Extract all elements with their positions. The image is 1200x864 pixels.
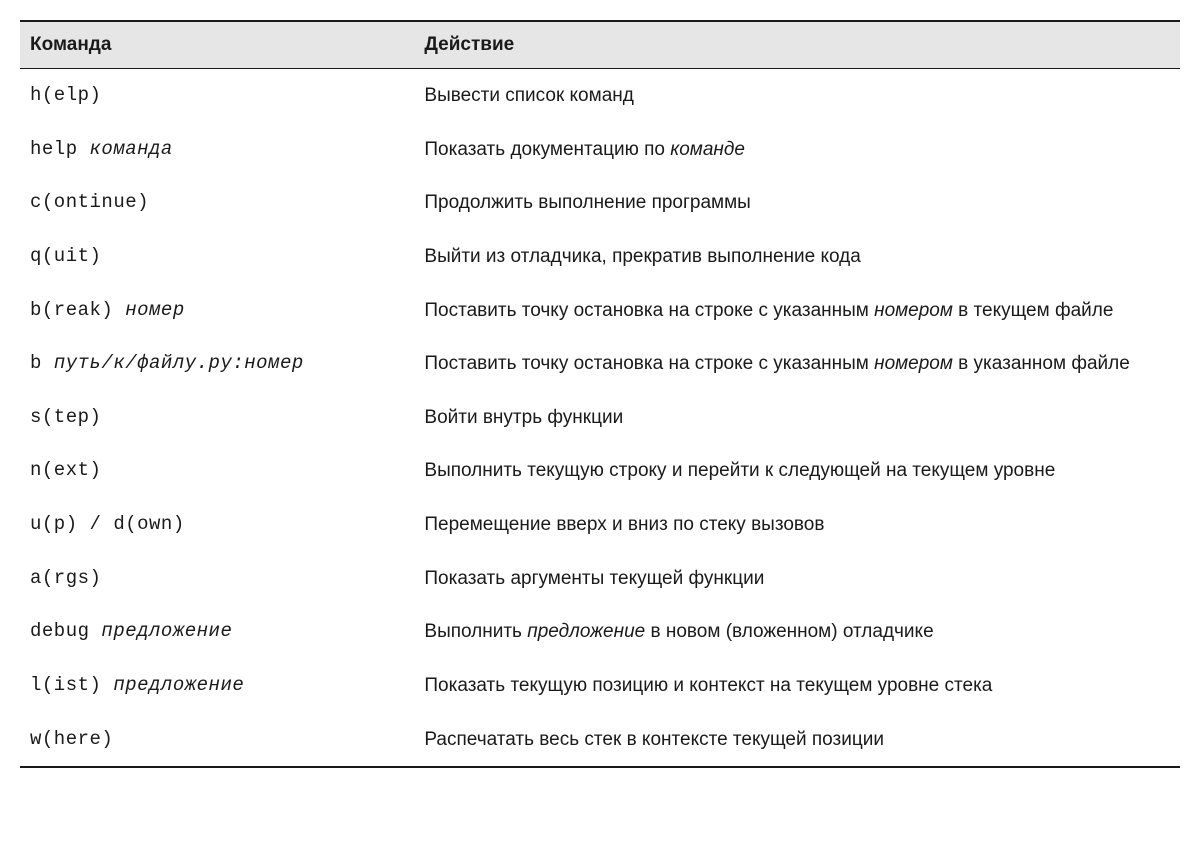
text-italic-fragment: номером	[874, 353, 953, 374]
table-row: help командаПоказать документацию по ком…	[20, 123, 1180, 177]
table-row: w(here) Распечатать весь стек в контексте…	[20, 713, 1180, 768]
cell-action: Продолжить выполнение программы	[414, 176, 1180, 230]
cell-command: q(uit)	[20, 230, 414, 284]
text-fragment: Продолжить выполнение программы	[424, 192, 750, 213]
text-italic-fragment: команда	[90, 138, 173, 160]
text-fragment: в указанном файле	[953, 353, 1130, 374]
cell-command: s(tep)	[20, 391, 414, 445]
cell-action: Поставить точку остановка на строке с ук…	[414, 284, 1180, 338]
cell-command: u(p) / d(own)	[20, 498, 414, 552]
cell-action: Выполнить предложение в новом (вложенном…	[414, 605, 1180, 659]
cell-action: Показать аргументы текущей функции	[414, 552, 1180, 606]
table-row: c(ontinue) Продолжить выполнение программ…	[20, 176, 1180, 230]
cell-action: Показать текущую позицию и контекст на т…	[414, 659, 1180, 713]
text-fragment: Поставить точку остановка на строке с ук…	[424, 353, 874, 374]
table-row: u(p) / d(own) Перемещение вверх и вниз по…	[20, 498, 1180, 552]
cell-command: n(ext)	[20, 444, 414, 498]
text-fragment: Выйти из отладчика, прекратив выполнение…	[424, 246, 860, 267]
text-fragment: Выполнить текущую строку и перейти к сле…	[424, 460, 1055, 481]
cell-command: a(rgs)	[20, 552, 414, 606]
text-italic-fragment: команде	[670, 139, 745, 160]
text-italic-fragment: номер	[125, 299, 185, 321]
cell-command: debug предложение	[20, 605, 414, 659]
table-row: h(elp) Вывести список команд	[20, 69, 1180, 123]
text-italic-fragment: путь/к/файлу.py:номер	[54, 352, 304, 374]
cell-action: Войти внутрь функции	[414, 391, 1180, 445]
text-fragment: Показать документацию по	[424, 139, 670, 160]
text-fragment: debug	[30, 620, 101, 642]
text-fragment: n(ext)	[30, 459, 101, 481]
table-row: l(ist) предложение Показать текущую позиц…	[20, 659, 1180, 713]
text-fragment: Перемещение вверх и вниз по стеку вызово…	[424, 514, 824, 535]
text-fragment: help	[30, 138, 90, 160]
cell-action: Поставить точку остановка на строке с ук…	[414, 337, 1180, 391]
cell-action: Выйти из отладчика, прекратив выполнение…	[414, 230, 1180, 284]
commands-table: Команда Действие h(elp) Вывести список ко…	[20, 20, 1180, 768]
text-italic-fragment: предложение	[101, 620, 232, 642]
text-fragment: q(uit)	[30, 245, 101, 267]
text-fragment: u(p) / d(own)	[30, 513, 185, 535]
header-command: Команда	[20, 21, 414, 69]
text-fragment: b	[30, 352, 54, 374]
text-fragment: Показать текущую позицию и контекст на т…	[424, 675, 992, 696]
text-fragment: a(rgs)	[30, 567, 101, 589]
table-header-row: Команда Действие	[20, 21, 1180, 69]
cell-command: b путь/к/файлу.py:номер	[20, 337, 414, 391]
cell-command: b(reak) номер	[20, 284, 414, 338]
text-fragment: в новом (вложенном) отладчике	[645, 621, 933, 642]
cell-action: Выполнить текущую строку и перейти к сле…	[414, 444, 1180, 498]
text-fragment: Войти внутрь функции	[424, 407, 623, 428]
cell-action: Перемещение вверх и вниз по стеку вызово…	[414, 498, 1180, 552]
table-body: h(elp)Вывести список командhelp командаП…	[20, 69, 1180, 768]
cell-command: h(elp)	[20, 69, 414, 123]
text-italic-fragment: предложение	[113, 674, 244, 696]
text-fragment: c(ontinue)	[30, 191, 149, 213]
table-row: b путь/к/файлу.py:номер Поставить точку о…	[20, 337, 1180, 391]
cell-command: l(ist) предложение	[20, 659, 414, 713]
text-fragment: l(ist)	[30, 674, 113, 696]
cell-command: w(here)	[20, 713, 414, 768]
text-fragment: Показать аргументы текущей функции	[424, 568, 764, 589]
table-row: s(tep) Войти внутрь функции	[20, 391, 1180, 445]
text-italic-fragment: номером	[874, 300, 953, 321]
table-row: a(rgs) Показать аргументы текущей функции	[20, 552, 1180, 606]
text-fragment: Поставить точку остановка на строке с ук…	[424, 300, 874, 321]
text-fragment: Вывести список команд	[424, 85, 633, 106]
text-fragment: Распечатать весь стек в контексте текуще…	[424, 729, 884, 750]
table-row: n(ext) Выполнить текущую строку и перейти…	[20, 444, 1180, 498]
text-fragment: w(here)	[30, 728, 113, 750]
cell-command: c(ontinue)	[20, 176, 414, 230]
table-row: q(uit) Выйти из отладчика, прекратив выпо…	[20, 230, 1180, 284]
cell-action: Вывести список команд	[414, 69, 1180, 123]
table-row: b(reak) номер Поставить точку остановка н…	[20, 284, 1180, 338]
table-row: debug предложениеВыполнить предложение в…	[20, 605, 1180, 659]
cell-command: help команда	[20, 123, 414, 177]
header-action: Действие	[414, 21, 1180, 69]
cell-action: Показать документацию по команде	[414, 123, 1180, 177]
text-fragment: в текущем файле	[953, 300, 1114, 321]
cell-action: Распечатать весь стек в контексте текуще…	[414, 713, 1180, 768]
text-fragment: h(elp)	[30, 84, 101, 106]
text-italic-fragment: предложение	[527, 621, 645, 642]
text-fragment: s(tep)	[30, 406, 101, 428]
text-fragment: Выполнить	[424, 621, 527, 642]
text-fragment: b(reak)	[30, 299, 125, 321]
